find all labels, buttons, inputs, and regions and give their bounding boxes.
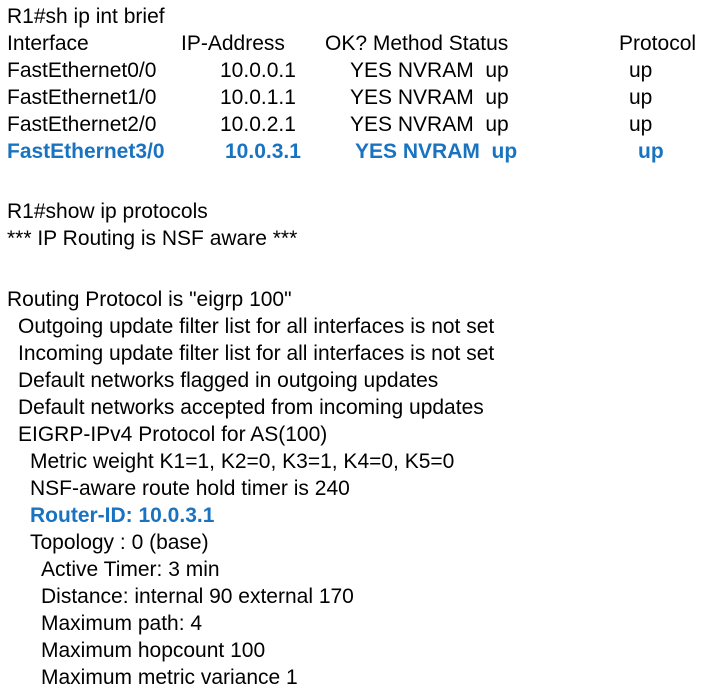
nsf-hold-timer-line: NSF-aware route hold timer is 240 [30,477,350,500]
cell-interface: FastEthernet1/0 [7,86,157,109]
cell-protocol: up [638,140,664,163]
table-row: FastEthernet2/0 10.0.2.1 YES NVRAM up up [7,112,707,137]
header-protocol: Protocol [619,32,697,55]
cli-command-show-ip-int-brief: R1#sh ip int brief [7,5,165,28]
cell-protocol: up [629,59,653,82]
cell-interface: FastEthernet0/0 [7,59,157,82]
cell-ok-method-status: YES NVRAM up [355,140,518,163]
cell-interface: FastEthernet3/0 [7,140,165,163]
routing-protocol-line: Routing Protocol is "eigrp 100" [7,288,292,311]
cell-ok-method-status: YES NVRAM up [350,59,509,82]
max-path-line: Maximum path: 4 [41,612,203,635]
cell-ok-method-status: YES NVRAM up [350,113,509,136]
interface-table-header: Interface IP-Address OK? Method Status P… [7,31,707,56]
topology-line: Topology : 0 (base) [30,531,209,554]
outgoing-filter-line: Outgoing update filter list for all inte… [18,315,495,338]
max-hopcount-line: Maximum hopcount 100 [41,639,266,662]
cell-protocol: up [629,113,653,136]
table-row: FastEthernet0/0 10.0.0.1 YES NVRAM up up [7,58,707,83]
cell-ip-address: 10.0.1.1 [220,86,296,109]
header-interface: Interface [7,32,89,55]
table-row-highlighted: FastEthernet3/0 10.0.3.1 YES NVRAM up up [7,139,707,164]
header-ok-method-status: OK? Method Status [325,32,509,55]
cli-command-show-ip-protocols: R1#show ip protocols [7,200,208,223]
table-row: FastEthernet1/0 10.0.1.1 YES NVRAM up up [7,85,707,110]
default-outgoing-line: Default networks flagged in outgoing upd… [18,369,439,392]
eigrp-as-line: EIGRP-IPv4 Protocol for AS(100) [18,423,328,446]
cell-interface: FastEthernet2/0 [7,113,157,136]
nsf-aware-banner: *** IP Routing is NSF aware *** [7,227,298,250]
cell-ip-address: 10.0.2.1 [220,113,296,136]
default-incoming-line: Default networks accepted from incoming … [18,396,484,419]
cell-ip-address: 10.0.3.1 [225,140,301,163]
cell-ok-method-status: YES NVRAM up [350,86,509,109]
router-id-line: Router-ID: 10.0.3.1 [30,504,215,527]
incoming-filter-line: Incoming update filter list for all inte… [18,342,495,365]
distance-line: Distance: internal 90 external 170 [41,585,354,608]
max-variance-line: Maximum metric variance 1 [41,666,298,689]
metric-weight-line: Metric weight K1=1, K2=0, K3=1, K4=0, K5… [30,450,455,473]
active-timer-line: Active Timer: 3 min [41,558,220,581]
cell-ip-address: 10.0.0.1 [220,59,296,82]
cell-protocol: up [629,86,653,109]
header-ip-address: IP-Address [181,32,285,55]
